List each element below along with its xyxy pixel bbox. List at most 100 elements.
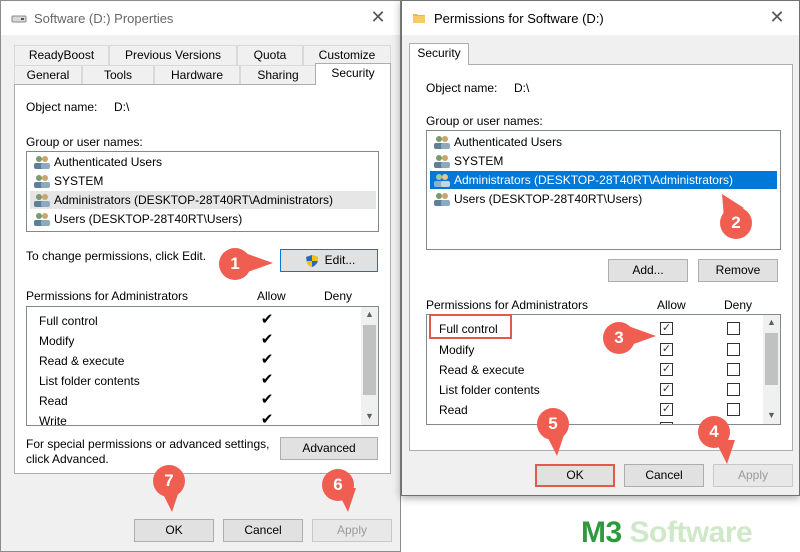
group-names-label: Group or user names: bbox=[26, 135, 143, 149]
allow-read-execute-checkbox[interactable]: ✓ bbox=[660, 363, 673, 376]
users-icon bbox=[434, 174, 450, 187]
ok-button[interactable]: OK bbox=[134, 519, 214, 542]
watermark-m3: M3 bbox=[581, 516, 622, 549]
tab-security[interactable]: Security bbox=[409, 43, 469, 65]
users-icon bbox=[34, 194, 50, 207]
list-item-selected[interactable]: Administrators (DESKTOP-28T40RT\Administ… bbox=[430, 171, 777, 189]
scroll-up-icon[interactable]: ▲ bbox=[763, 317, 780, 327]
tab-hardware[interactable]: Hardware bbox=[154, 65, 240, 85]
cancel-button[interactable]: Cancel bbox=[624, 464, 704, 487]
permission-label: Read bbox=[39, 394, 68, 408]
allow-modify-checkbox[interactable]: ✓ bbox=[660, 343, 673, 356]
scroll-down-icon[interactable]: ▼ bbox=[763, 410, 780, 420]
folder-icon bbox=[413, 14, 425, 23]
user-label: Users (DESKTOP-28T40RT\Users) bbox=[54, 212, 243, 226]
ok-button[interactable]: OK bbox=[535, 464, 615, 487]
watermark-logo: M3 Software bbox=[581, 516, 753, 550]
scroll-down-icon[interactable]: ▼ bbox=[361, 411, 378, 421]
user-label: SYSTEM bbox=[54, 174, 104, 188]
tab-tools[interactable]: Tools bbox=[82, 65, 154, 85]
cancel-button[interactable]: Cancel bbox=[223, 519, 303, 542]
checkmark-icon: ✔ bbox=[260, 391, 274, 408]
deny-read-execute-checkbox[interactable] bbox=[727, 363, 740, 376]
tab-quota[interactable]: Quota bbox=[237, 45, 303, 65]
permissions-for-label: Permissions for Administrators bbox=[426, 298, 589, 312]
user-listbox[interactable]: Authenticated Users SYSTEM Administrator… bbox=[26, 151, 379, 232]
checkmark-icon: ✔ bbox=[260, 411, 274, 426]
object-name-label: Object name: bbox=[426, 81, 498, 95]
permission-label: Read & execute bbox=[439, 363, 525, 377]
deny-modify-checkbox[interactable] bbox=[727, 343, 740, 356]
users-icon bbox=[434, 193, 450, 206]
allow-read-checkbox[interactable]: ✓ bbox=[660, 403, 673, 416]
close-icon[interactable]: ✕ bbox=[767, 7, 787, 27]
user-label: Authenticated Users bbox=[54, 155, 163, 169]
users-icon bbox=[34, 213, 50, 226]
change-permissions-text: To change permissions, click Edit. bbox=[26, 249, 207, 263]
apply-button[interactable]: Apply bbox=[312, 519, 392, 542]
allow-write-checkbox[interactable] bbox=[660, 422, 673, 424]
list-item[interactable]: Authenticated Users bbox=[430, 133, 777, 151]
properties-titlebar: Software (D:) Properties ✕ bbox=[1, 1, 400, 35]
step-badge-5: 5 bbox=[537, 408, 569, 440]
permissions-window: Permissions for Software (D:) ✕ Security… bbox=[401, 0, 800, 496]
tab-general[interactable]: General bbox=[14, 65, 82, 85]
object-name-value: D:\ bbox=[514, 81, 530, 95]
user-label: Administrators (DESKTOP-28T40RT\Administ… bbox=[454, 173, 733, 187]
list-item[interactable]: SYSTEM bbox=[430, 152, 777, 170]
checkmark-icon: ✔ bbox=[260, 331, 274, 348]
group-names-label: Group or user names: bbox=[426, 114, 543, 128]
list-item[interactable]: Authenticated Users bbox=[30, 153, 376, 171]
drive-icon bbox=[11, 15, 27, 23]
allow-full-control-checkbox[interactable]: ✓ bbox=[660, 322, 673, 335]
checkmark-icon: ✔ bbox=[260, 351, 274, 368]
tab-customize[interactable]: Customize bbox=[303, 45, 391, 65]
tab-security[interactable]: Security bbox=[315, 63, 391, 85]
tab-previous-versions[interactable]: Previous Versions bbox=[109, 45, 237, 65]
deny-header: Deny bbox=[724, 298, 753, 312]
user-label: Administrators (DESKTOP-28T40RT\Administ… bbox=[54, 193, 333, 207]
scrollbar-thumb[interactable] bbox=[363, 325, 376, 395]
permission-label: Modify bbox=[39, 334, 75, 348]
permissions-for-label: Permissions for Administrators bbox=[26, 289, 189, 303]
remove-button[interactable]: Remove bbox=[698, 259, 778, 282]
add-button[interactable]: Add... bbox=[608, 259, 688, 282]
users-icon bbox=[34, 175, 50, 188]
permissions-listbox[interactable]: Full control Modify Read & execute List … bbox=[26, 306, 379, 426]
tab-sharing[interactable]: Sharing bbox=[240, 65, 316, 85]
tab-readyboost[interactable]: ReadyBoost bbox=[14, 45, 109, 65]
permissions-scrollbar[interactable]: ▲ ▼ bbox=[763, 315, 780, 424]
user-label: SYSTEM bbox=[454, 154, 504, 168]
close-icon[interactable]: ✕ bbox=[368, 7, 388, 27]
deny-full-control-checkbox[interactable] bbox=[727, 322, 740, 335]
scroll-up-icon[interactable]: ▲ bbox=[361, 309, 378, 319]
window-title: Permissions for Software (D:) bbox=[434, 11, 604, 26]
advanced-button[interactable]: Advanced bbox=[280, 437, 378, 460]
edit-button-label: Edit... bbox=[324, 253, 356, 267]
checkmark-icon: ✔ bbox=[260, 311, 274, 328]
deny-header: Deny bbox=[324, 289, 353, 303]
edit-button[interactable]: Edit... bbox=[280, 249, 378, 272]
permissions-titlebar: Permissions for Software (D:) ✕ bbox=[402, 1, 799, 35]
permissions-scrollbar[interactable]: ▲ ▼ bbox=[361, 307, 378, 425]
deny-list-folder-checkbox[interactable] bbox=[727, 383, 740, 396]
list-item[interactable]: SYSTEM bbox=[30, 172, 376, 190]
scrollbar-thumb[interactable] bbox=[765, 333, 778, 385]
permission-label: Modify bbox=[439, 343, 475, 357]
apply-button[interactable]: Apply bbox=[713, 464, 793, 487]
watermark-software: Software bbox=[629, 516, 753, 549]
user-label: Users (DESKTOP-28T40RT\Users) bbox=[454, 192, 643, 206]
list-item-selected[interactable]: Administrators (DESKTOP-28T40RT\Administ… bbox=[30, 191, 376, 209]
user-label: Authenticated Users bbox=[454, 135, 563, 149]
shield-icon bbox=[306, 255, 318, 267]
deny-read-checkbox[interactable] bbox=[727, 403, 740, 416]
checkmark-icon: ✔ bbox=[260, 371, 274, 388]
permission-label: Full control bbox=[39, 314, 98, 328]
allow-list-folder-checkbox[interactable]: ✓ bbox=[660, 383, 673, 396]
object-name-value: D:\ bbox=[114, 100, 130, 114]
click-advanced-text: click Advanced. bbox=[26, 452, 109, 466]
list-item[interactable]: Users (DESKTOP-28T40RT\Users) bbox=[30, 210, 376, 228]
permission-label: List folder contents bbox=[39, 374, 140, 388]
highlight-full-control bbox=[429, 314, 512, 339]
step-badge-1: 1 bbox=[219, 248, 251, 280]
